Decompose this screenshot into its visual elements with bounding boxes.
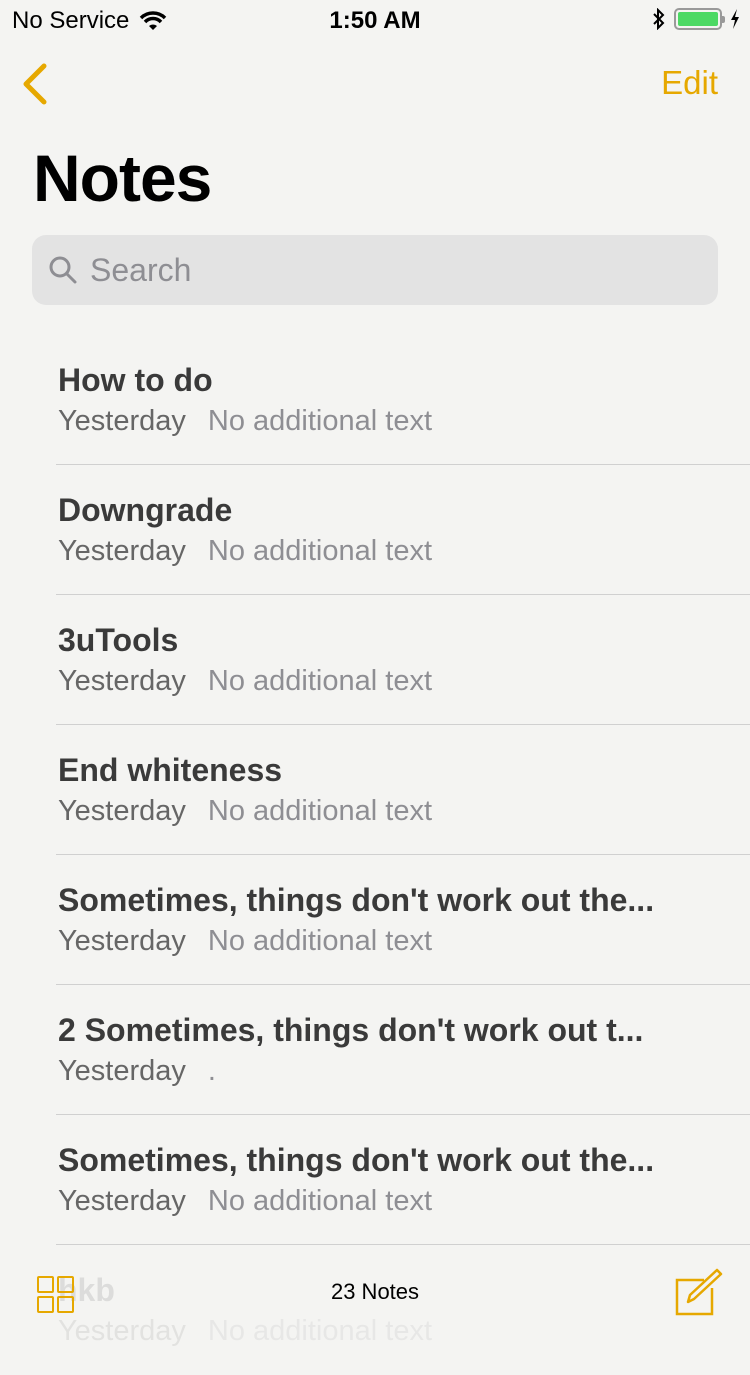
notes-list: How to do Yesterday No additional text Dow… <box>0 335 750 1375</box>
note-title: How to do <box>58 362 213 398</box>
note-preview: . <box>207 1055 216 1087</box>
note-row[interactable]: Sometimes, things don't work out the... Y… <box>56 1115 750 1245</box>
battery-icon <box>674 8 725 30</box>
clock: 1:50 AM <box>329 7 421 34</box>
charging-bolt-icon <box>731 9 739 29</box>
page-title: Notes <box>33 141 212 215</box>
search-bar[interactable] <box>32 235 718 305</box>
note-title: Sometimes, things don't work out the... <box>58 882 655 918</box>
notes-count: 23 Notes <box>330 1279 420 1304</box>
note-title: 3uTools <box>58 622 179 658</box>
note-date: Yesterday <box>58 1185 186 1217</box>
note-preview: No additional text <box>207 535 433 567</box>
note-preview: No additional text <box>207 405 433 437</box>
back-button[interactable] <box>20 62 50 111</box>
note-row[interactable]: Sometimes, things don't work out the... Y… <box>56 855 750 985</box>
chevron-left-icon <box>23 63 47 105</box>
note-title: Downgrade <box>58 492 233 528</box>
status-bar: No Service 1:50 AM <box>0 0 750 40</box>
note-title: Sometimes, things don't work out the... <box>58 1142 655 1178</box>
note-row[interactable]: 2 Sometimes, things don't work out t... Y… <box>56 985 750 1115</box>
note-preview: No additional text <box>207 1185 433 1217</box>
edit-button[interactable]: Edit <box>661 64 718 102</box>
note-date: Yesterday <box>58 535 186 567</box>
note-date: Yesterday <box>58 405 186 437</box>
compose-button[interactable] <box>674 1266 724 1321</box>
note-row[interactable]: End whiteness Yesterday No additional text <box>56 725 750 855</box>
note-date: Yesterday <box>58 1055 186 1087</box>
note-date: Yesterday <box>58 795 186 827</box>
compose-icon <box>675 1268 723 1316</box>
bluetooth-icon <box>653 8 665 30</box>
note-date: Yesterday <box>58 925 186 957</box>
search-input[interactable] <box>90 251 690 289</box>
note-date: Yesterday <box>58 665 186 697</box>
search-icon <box>49 256 77 284</box>
note-row[interactable]: How to do Yesterday No additional text <box>56 335 750 465</box>
bottom-toolbar: 23 Notes <box>0 1246 750 1334</box>
note-title: End whiteness <box>58 752 283 788</box>
note-title: 2 Sometimes, things don't work out t... <box>58 1012 644 1048</box>
note-preview: No additional text <box>207 665 433 697</box>
note-row[interactable]: 3uTools Yesterday No additional text <box>56 595 750 725</box>
note-preview: No additional text <box>207 795 433 827</box>
note-preview: No additional text <box>207 925 433 957</box>
note-row[interactable]: Downgrade Yesterday No additional text <box>56 465 750 595</box>
